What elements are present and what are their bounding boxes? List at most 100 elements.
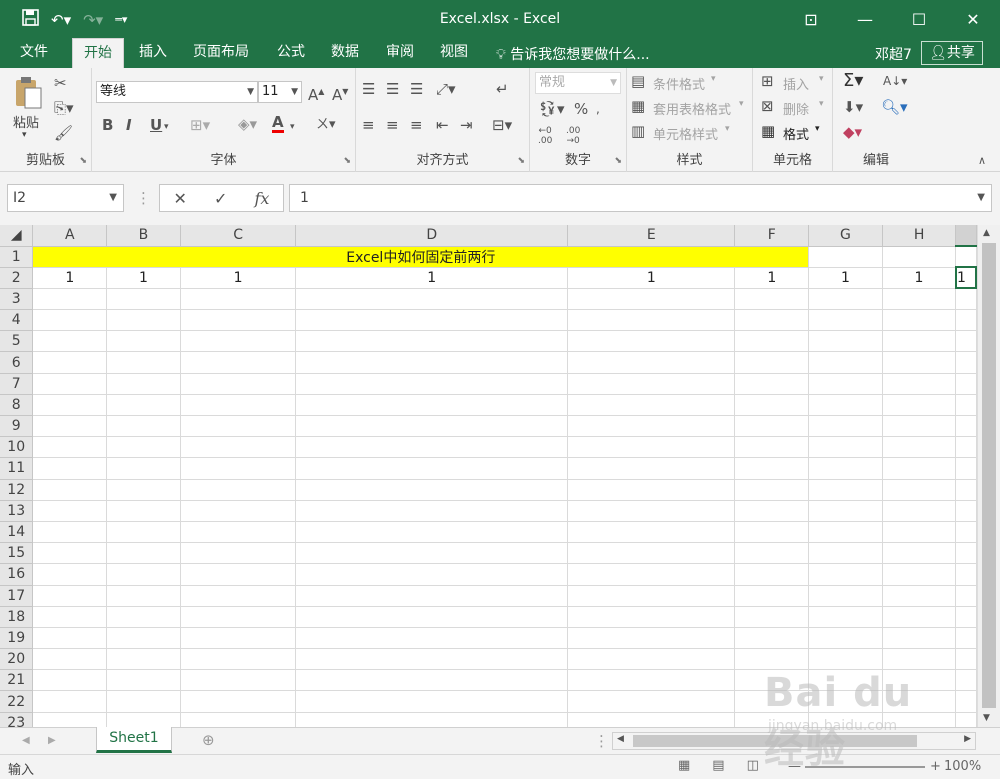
cell[interactable] [180,288,297,311]
comma-style-icon[interactable]: , [596,100,600,118]
cell[interactable] [808,479,883,501]
formula-bar-handle-icon[interactable]: ⋮ [136,189,151,207]
cell[interactable] [808,309,883,332]
merged-title-cell[interactable]: Excel中如何固定前两行 [32,246,810,268]
cell[interactable] [734,394,810,417]
bold-button[interactable]: B [102,116,113,134]
minimize-icon[interactable]: — [838,0,892,38]
cell[interactable]: 1 [32,267,108,289]
tab-page-layout[interactable]: 页面布局 [182,38,260,68]
cell[interactable] [180,500,297,522]
cell[interactable] [180,373,297,395]
cell[interactable] [295,330,569,353]
cell[interactable] [955,351,977,374]
align-middle-icon[interactable]: ☰ [386,80,399,98]
increase-font-icon[interactable]: A▲ [308,83,324,104]
cell[interactable] [882,648,957,671]
fill-color-icon[interactable]: ◈▾ [238,115,257,133]
row-header[interactable]: 6 [0,351,34,374]
cell[interactable] [882,563,957,586]
vertical-scroll-thumb[interactable] [982,243,996,708]
tab-view[interactable]: 视图 [429,38,479,68]
cell[interactable] [106,457,181,480]
maximize-icon[interactable]: ☐ [892,0,946,38]
cell[interactable] [567,330,736,353]
sort-filter-icon[interactable]: A↓▾ [883,72,907,90]
align-center-icon[interactable]: ≡ [386,116,399,134]
cell[interactable] [295,457,569,480]
name-box[interactable]: I2 ▼ [7,184,124,212]
cell[interactable] [567,712,736,727]
cell[interactable] [32,288,108,311]
cell[interactable] [955,309,977,332]
cell[interactable] [106,563,181,586]
cell[interactable] [32,585,108,607]
cell[interactable] [567,521,736,544]
cell[interactable] [180,690,297,713]
sheet-tab[interactable]: Sheet1 [96,727,172,753]
cell[interactable] [734,542,810,565]
cell[interactable] [180,351,297,374]
wrap-text-icon[interactable]: ↵ [496,80,509,98]
cell[interactable] [295,500,569,522]
column-header[interactable]: A [32,225,108,247]
cell[interactable] [734,288,810,311]
cell[interactable] [882,585,957,607]
cell[interactable] [734,585,810,607]
row-header[interactable]: 18 [0,606,34,628]
row-header[interactable]: 20 [0,648,34,671]
cell[interactable] [882,627,957,650]
conditional-format-dropdown-icon[interactable]: ▾ [711,74,716,84]
scroll-down-icon[interactable]: ▼ [983,713,990,723]
cell[interactable] [734,351,810,374]
cell[interactable] [808,436,883,459]
cell[interactable] [32,690,108,713]
cell[interactable] [180,394,297,417]
increase-indent-icon[interactable]: ⇥ [460,116,473,134]
cell[interactable] [734,330,810,353]
row-header[interactable]: 13 [0,500,34,522]
cell[interactable] [180,606,297,628]
cell[interactable] [180,563,297,586]
select-all-corner[interactable]: ◢ [0,225,34,247]
italic-button[interactable]: I [126,116,132,134]
ribbon-display-icon[interactable]: ⊡ [784,0,838,38]
cell[interactable] [882,288,957,311]
vertical-scrollbar[interactable]: ▲ ▼ [977,225,1000,727]
cell[interactable] [32,457,108,480]
cell[interactable] [808,648,883,671]
copy-icon[interactable]: ⎘▾ [54,99,74,117]
row-header[interactable]: 12 [0,479,34,501]
cell[interactable] [955,521,977,544]
cell[interactable] [567,585,736,607]
row-header[interactable]: 23 [0,712,34,727]
percent-button[interactable]: % [574,100,588,118]
cell[interactable] [955,542,977,565]
cell[interactable] [734,436,810,459]
cell[interactable] [882,330,957,353]
cell[interactable] [808,627,883,650]
cell[interactable] [32,436,108,459]
delete-cells-dropdown-icon[interactable]: ▾ [819,99,824,109]
row-header[interactable]: 5 [0,330,34,353]
row-header[interactable]: 14 [0,521,34,544]
row-header[interactable]: 15 [0,542,34,565]
cell[interactable] [32,351,108,374]
collapse-ribbon-icon[interactable]: ∧ [978,152,986,170]
tab-file[interactable]: 文件 [9,38,59,68]
number-format-combo[interactable]: 常规 ▼ [535,72,621,94]
cell[interactable] [808,246,883,268]
cell[interactable] [567,500,736,522]
cell[interactable] [32,479,108,501]
cell[interactable] [32,500,108,522]
tab-insert[interactable]: 插入 [128,38,178,68]
column-header[interactable]: C [180,225,297,247]
merge-center-icon[interactable]: ⊟▾ [492,116,512,134]
decrease-decimal-icon[interactable]: .00 →0 [566,126,580,146]
cell[interactable] [567,690,736,713]
cancel-icon[interactable]: ✕ [174,189,187,208]
expand-formula-icon[interactable]: ▼ [977,185,985,211]
cell[interactable] [808,500,883,522]
cell[interactable] [106,712,181,727]
page-break-view-icon[interactable]: ◫ [747,758,759,773]
